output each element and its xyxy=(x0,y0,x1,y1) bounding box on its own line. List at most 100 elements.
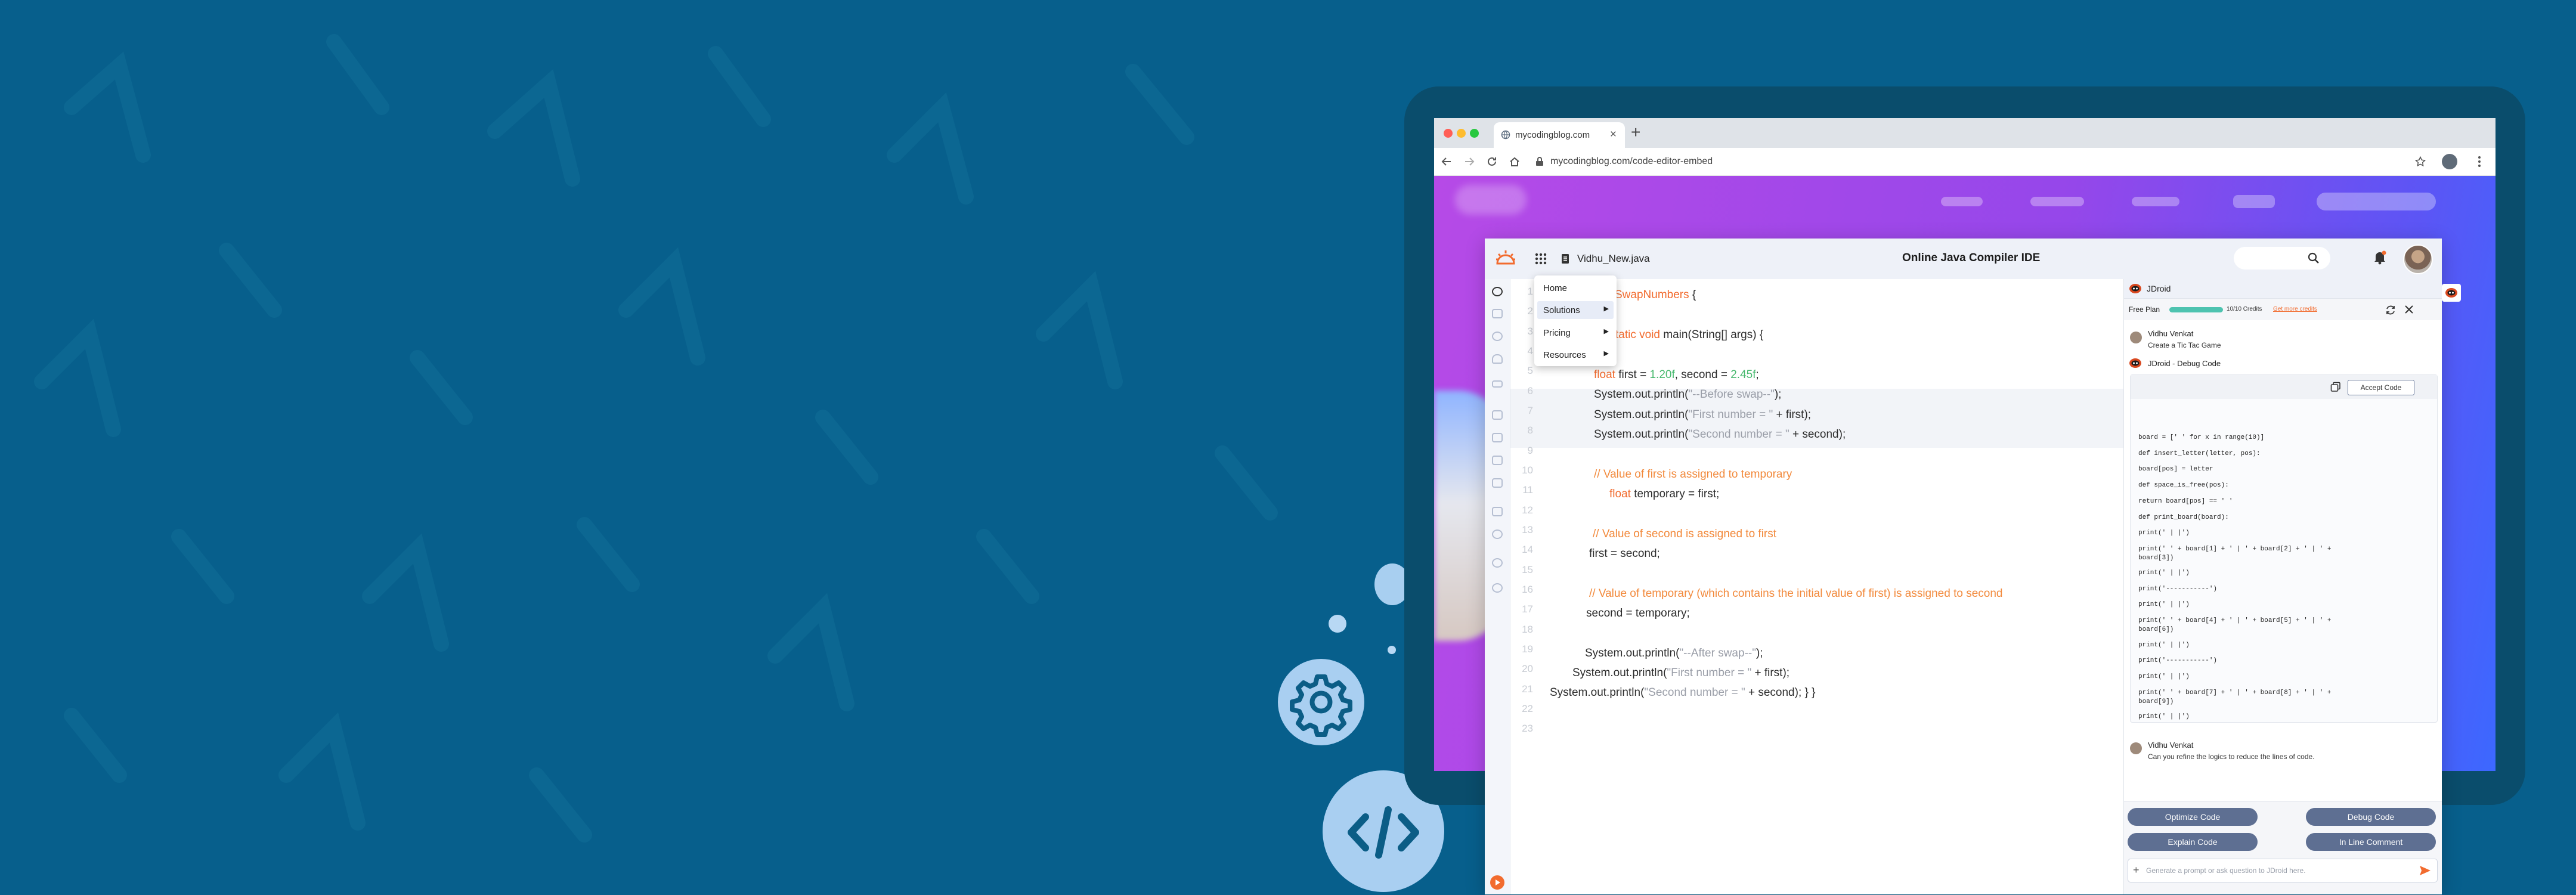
code-line: print(' | |') xyxy=(2138,673,2190,680)
code-token: System.out.println( xyxy=(1594,428,1689,441)
menu-item-resources[interactable]: Resources ▶ xyxy=(1537,346,1614,364)
optimize-code-button[interactable]: Optimize Code xyxy=(2128,808,2258,826)
explain-code-button[interactable]: Explain Code xyxy=(2128,833,2258,851)
menu-item-solutions[interactable]: Solutions ▶ xyxy=(1537,301,1614,319)
logo-icon xyxy=(1496,250,1515,265)
menu-dots-icon[interactable] xyxy=(2478,156,2481,168)
code-line: def space_is_free(pos): xyxy=(2138,482,2229,489)
browser-tab[interactable]: mycodingblog.com × xyxy=(1494,122,1625,148)
bulb-icon[interactable] xyxy=(1492,354,1503,364)
accept-code-button[interactable]: Accept Code xyxy=(2348,380,2414,395)
search-input[interactable] xyxy=(2234,247,2330,270)
profile-avatar[interactable] xyxy=(2442,154,2457,169)
save-icon[interactable] xyxy=(1492,410,1503,420)
new-file-icon[interactable] xyxy=(1492,433,1503,442)
add-attachment-button[interactable]: + xyxy=(2133,864,2140,877)
run-icon[interactable] xyxy=(1490,875,1504,890)
code-line: print(' | |') xyxy=(2138,569,2190,577)
line-number: 23 xyxy=(1522,723,1533,734)
code-token: System.out.println( xyxy=(1572,667,1667,679)
copy-icon[interactable] xyxy=(2330,382,2341,392)
plan-bar: Free Plan 10/10 Credits Get more credits xyxy=(2124,299,2442,320)
code-comment: // Value of temporary (which contains th… xyxy=(1589,587,2003,600)
robot-icon xyxy=(2129,284,2141,293)
user-name: Vidhu Venkat xyxy=(2148,741,2194,750)
grid-icon[interactable] xyxy=(1535,253,1547,265)
code-comment: // Value of second is assigned to first xyxy=(1593,528,1777,540)
avatar[interactable] xyxy=(2403,244,2433,274)
tab-close-button[interactable]: × xyxy=(1610,128,1617,141)
download-icon[interactable] xyxy=(1492,478,1503,488)
line-number: 2 xyxy=(1527,305,1533,317)
code-token: System.out.println( xyxy=(1585,647,1680,659)
refresh-icon[interactable] xyxy=(2385,305,2396,315)
code-line: board = [' ' for x in range(10)] xyxy=(2138,434,2265,441)
gear-badge xyxy=(1278,659,1364,745)
help-icon[interactable] xyxy=(1492,583,1503,593)
debug-title: JDroid - Debug Code xyxy=(2148,359,2221,368)
bell-icon[interactable] xyxy=(2373,250,2386,265)
code-line: def print_board(board): xyxy=(2138,514,2229,521)
close-window-button[interactable] xyxy=(1444,129,1453,138)
line-number: 16 xyxy=(1522,584,1533,595)
inline-comment-button[interactable]: In Line Comment xyxy=(2306,833,2436,851)
address-bar: mycodingblog.com/code-editor-embed xyxy=(1434,148,2496,176)
site-nav-item xyxy=(2317,193,2436,210)
line-number: 8 xyxy=(1527,425,1533,436)
code-comment: // Value of first is assigned to tempora… xyxy=(1594,468,1792,481)
debug-code-button[interactable]: Debug Code xyxy=(2306,808,2436,826)
jdroid-launcher[interactable] xyxy=(2442,284,2461,302)
chevron-right-icon: ▶ xyxy=(1603,350,1609,357)
share-icon[interactable] xyxy=(1492,529,1503,539)
search-icon[interactable] xyxy=(2308,252,2320,264)
user-avatar xyxy=(2130,332,2142,343)
reload-icon[interactable] xyxy=(1487,156,1497,167)
file-icon xyxy=(1562,254,1569,264)
code-token: 1.20f xyxy=(1649,368,1675,381)
upload-icon[interactable] xyxy=(1492,456,1503,465)
background-pattern xyxy=(34,34,1278,843)
code-line: print(' | |') xyxy=(2138,713,2190,720)
open-folder-icon[interactable] xyxy=(1492,507,1503,516)
get-more-credits-link[interactable]: Get more credits xyxy=(2273,306,2317,312)
prompt-input[interactable]: + Generate a prompt or ask question to J… xyxy=(2128,859,2438,882)
explorer-icon[interactable] xyxy=(1492,287,1503,296)
plan-label: Free Plan xyxy=(2129,305,2160,314)
folder-icon[interactable] xyxy=(1492,309,1503,318)
code-token: System.out.println( xyxy=(1594,408,1689,421)
line-number: 1 xyxy=(1527,286,1533,297)
forward-icon[interactable] xyxy=(1464,157,1475,166)
code-editor[interactable]: 1 2 3 4 5 6 7 8 9 10 11 12 13 14 15 16 1… xyxy=(1510,279,2147,894)
send-icon[interactable] xyxy=(2419,865,2431,876)
line-number: 20 xyxy=(1522,663,1533,674)
new-tab-button[interactable]: + xyxy=(1631,123,1640,142)
video-icon[interactable] xyxy=(1492,380,1503,388)
minimize-window-button[interactable] xyxy=(1457,129,1466,138)
settings-icon[interactable] xyxy=(1492,558,1503,568)
history-icon[interactable] xyxy=(1492,332,1503,341)
code-line: float first = 1.20f, second = 2.45f; xyxy=(1594,368,1759,382)
line-number: 14 xyxy=(1522,544,1533,555)
user-avatar xyxy=(2130,742,2142,754)
menu-item-pricing[interactable]: Pricing ▶ xyxy=(1537,324,1614,342)
decor-dot xyxy=(1388,646,1396,654)
file-name[interactable]: Vidhu_New.java xyxy=(1577,253,1650,265)
maximize-window-button[interactable] xyxy=(1470,129,1479,138)
url-field[interactable]: mycodingblog.com/code-editor-embed xyxy=(1550,156,1713,167)
user-prompt: Create a Tic Tac Game xyxy=(2148,341,2221,349)
star-icon[interactable] xyxy=(2415,156,2426,167)
site-nav-item xyxy=(2233,195,2275,208)
line-number: 21 xyxy=(1522,683,1533,695)
home-icon[interactable] xyxy=(1509,156,1520,167)
line-number: 11 xyxy=(1522,484,1533,495)
prompt-placeholder: Generate a prompt or ask question to JDr… xyxy=(2146,866,2306,875)
close-icon[interactable] xyxy=(2404,305,2414,314)
browser-tab-bar: mycodingblog.com × + xyxy=(1434,118,2496,148)
menu-item-home[interactable]: Home xyxy=(1537,279,1614,297)
page-title: Online Java Compiler IDE xyxy=(1902,252,2041,264)
code-line: def insert_letter(letter, pos): xyxy=(2138,450,2261,457)
menu-item-label: Resources xyxy=(1543,350,1586,360)
menu-item-label: Pricing xyxy=(1543,328,1571,338)
back-icon[interactable] xyxy=(1441,157,1452,166)
code-line: print('-----------') xyxy=(2138,586,2218,593)
